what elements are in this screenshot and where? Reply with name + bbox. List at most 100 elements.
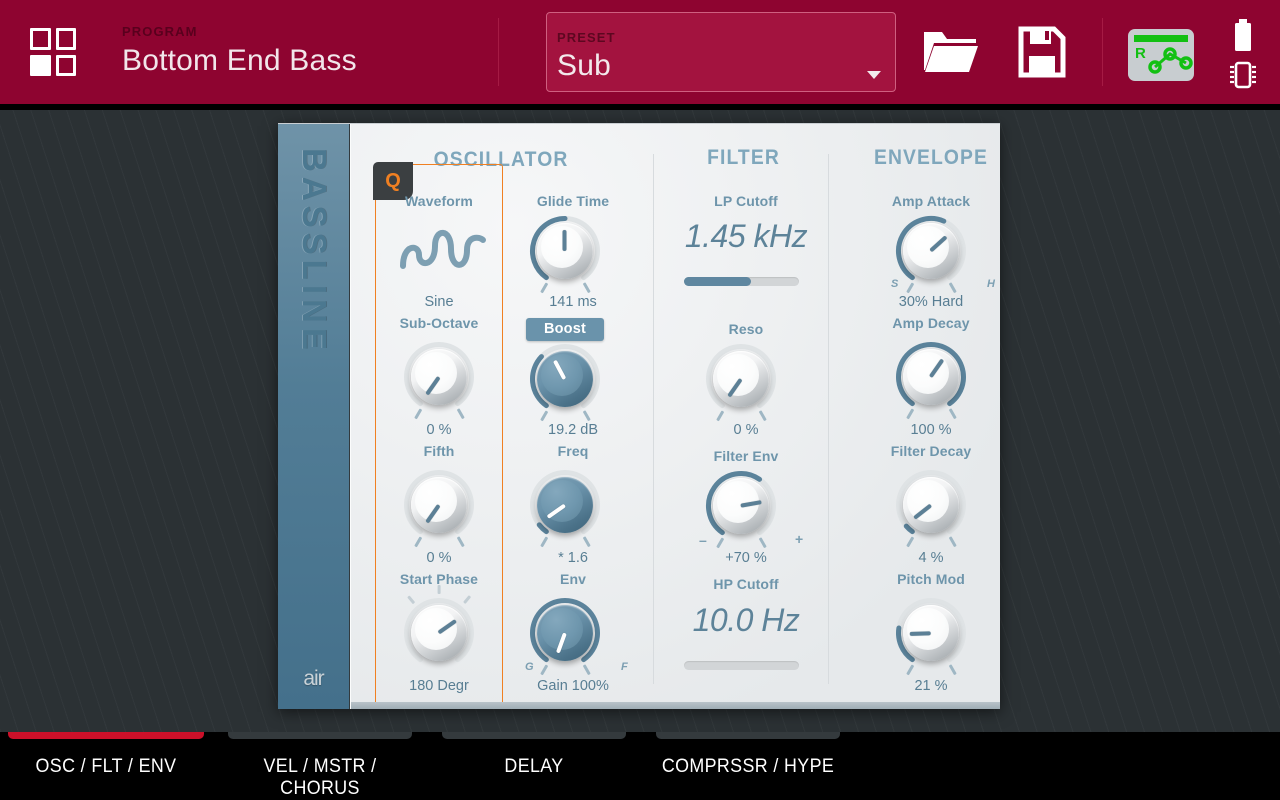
grid-cell-tl: [30, 28, 51, 50]
tab-indicator: [656, 732, 840, 739]
knob-reso[interactable]: [704, 342, 778, 416]
label-hp-cutoff: HP Cutoff: [671, 576, 821, 592]
label-amp-decay: Amp Decay: [846, 315, 1016, 331]
bassline-plugin-panel: BASSLINE air OSCILLATOR FILTER ENVELOPE …: [278, 123, 1000, 709]
knob-glide-time[interactable]: [528, 214, 602, 288]
knob-filter-env[interactable]: [704, 469, 778, 543]
label-reso: Reso: [671, 321, 821, 337]
value-waveform: Sine: [379, 294, 499, 310]
tab-osc-flt-env[interactable]: OSC / FLT / ENV: [8, 732, 204, 800]
knob-pointer: [910, 631, 931, 635]
label-env: Env: [503, 571, 643, 587]
value-glide-time: 141 ms: [503, 294, 643, 310]
slider-lp-cutoff-fill: [684, 277, 751, 286]
routing-graph-icon[interactable]: R: [1128, 29, 1194, 81]
knob-mark-env-left: G: [525, 661, 534, 673]
plugin-window: PROGRAM Bottom End Bass PRESET Sub: [0, 0, 1280, 800]
section-title-envelope: ENVELOPE: [844, 146, 1019, 170]
routing-letter: R: [1135, 45, 1146, 62]
preset-value: Sub: [557, 49, 611, 83]
knob-env[interactable]: [528, 596, 602, 670]
value-sub-octave: 0 %: [379, 422, 499, 438]
label-amp-attack: Amp Attack: [846, 193, 1016, 209]
tab-comprssr-hype[interactable]: COMPRSSR / HYPE: [656, 732, 840, 800]
tab-label: DELAY: [448, 756, 621, 778]
value-start-phase: 180 Degr: [369, 678, 509, 694]
value-env: Gain 100%: [493, 678, 653, 694]
knob-boost[interactable]: [528, 342, 602, 416]
program-label: PROGRAM: [122, 24, 357, 39]
label-waveform: Waveform: [379, 193, 499, 209]
chip-icon[interactable]: [1228, 60, 1258, 95]
label-freq: Freq: [503, 443, 643, 459]
tab-bar: OSC / FLT / ENV VEL / MSTR / CHORUS DELA…: [0, 732, 1280, 800]
knob-amp-decay[interactable]: [894, 340, 968, 414]
program-block[interactable]: PROGRAM Bottom End Bass: [122, 24, 357, 77]
value-amp-decay: 100 %: [846, 422, 1016, 438]
knob-filter-decay[interactable]: [894, 468, 968, 542]
grid-cell-br: [56, 55, 77, 77]
tab-label: OSC / FLT / ENV: [14, 756, 198, 778]
knob-sub-octave[interactable]: [402, 340, 476, 414]
knob-pointer: [563, 230, 567, 251]
knob-mark-filter-env-left: –: [699, 532, 707, 548]
label-glide-time: Glide Time: [503, 193, 643, 209]
program-name: Bottom End Bass: [122, 45, 357, 77]
value-hp-cutoff: 10.0 Hz: [661, 602, 831, 639]
knob-start-phase[interactable]: [402, 596, 476, 670]
tab-label: VEL / MSTR / CHORUS: [234, 756, 407, 800]
header-divider-2: [1102, 18, 1103, 86]
knob-mark-env-right: F: [621, 661, 628, 673]
value-freq: * 1.6: [503, 550, 643, 566]
tab-delay[interactable]: DELAY: [442, 732, 626, 800]
value-lp-cutoff: 1.45 kHz: [661, 218, 831, 255]
header-divider-1: [498, 18, 499, 86]
tab-vel-mstr-chorus[interactable]: VEL / MSTR / CHORUS: [228, 732, 412, 800]
boost-button[interactable]: Boost: [526, 318, 604, 341]
tab-label: COMPRSSR / HYPE: [662, 756, 835, 778]
grid-icon[interactable]: [30, 28, 76, 76]
folder-open-icon[interactable]: [922, 26, 978, 83]
label-filter-env: Filter Env: [671, 448, 821, 464]
plugin-main: OSCILLATOR FILTER ENVELOPE Q Waveform Si…: [350, 124, 1000, 709]
knob-amp-attack[interactable]: [894, 214, 968, 288]
plugin-name-wrap: BASSLINE: [278, 134, 350, 534]
knob-mark-filter-env-right: +: [795, 531, 803, 547]
label-fifth: Fifth: [379, 443, 499, 459]
battery-icon[interactable]: [1232, 19, 1254, 56]
chevron-down-icon[interactable]: [867, 71, 881, 79]
panel-bottom-strip: [351, 702, 1000, 709]
section-title-filter: FILTER: [668, 146, 820, 170]
knob-cap: [537, 351, 593, 407]
value-fifth: 0 %: [379, 550, 499, 566]
knob-fifth[interactable]: [402, 468, 476, 542]
knob-mark-amp-attack-left: S: [891, 278, 898, 290]
preset-label: PRESET: [557, 30, 616, 45]
knob-pitch-mod[interactable]: [894, 596, 968, 670]
grid-cell-bl: [30, 55, 51, 77]
section-title-oscillator: OSCILLATOR: [391, 148, 612, 172]
label-filter-decay: Filter Decay: [846, 443, 1016, 459]
slider-lp-cutoff[interactable]: [684, 277, 799, 286]
tab-indicator: [442, 732, 626, 739]
plugin-sidebar: BASSLINE air: [278, 124, 350, 709]
slider-hp-cutoff[interactable]: [684, 661, 799, 670]
floppy-save-icon[interactable]: [1018, 26, 1066, 83]
value-filter-env: +70 %: [671, 550, 821, 566]
value-pitch-mod: 21 %: [846, 678, 1016, 694]
value-boost: 19.2 dB: [503, 422, 643, 438]
knob-mark-amp-attack-right: H: [987, 278, 995, 290]
sine-wave-icon[interactable]: [399, 222, 487, 283]
air-logo: air: [303, 667, 323, 691]
preset-dropdown[interactable]: PRESET Sub: [546, 12, 896, 92]
routing-bar: [1134, 35, 1188, 42]
label-pitch-mod: Pitch Mod: [846, 571, 1016, 587]
value-filter-decay: 4 %: [846, 550, 1016, 566]
knob-freq[interactable]: [528, 468, 602, 542]
column-separator-1: [653, 154, 654, 684]
label-sub-octave: Sub-Octave: [379, 315, 499, 331]
value-reso: 0 %: [671, 422, 821, 438]
tab-indicator: [228, 732, 412, 739]
label-start-phase: Start Phase: [369, 571, 509, 587]
app-header: PROGRAM Bottom End Bass PRESET Sub: [0, 0, 1280, 104]
